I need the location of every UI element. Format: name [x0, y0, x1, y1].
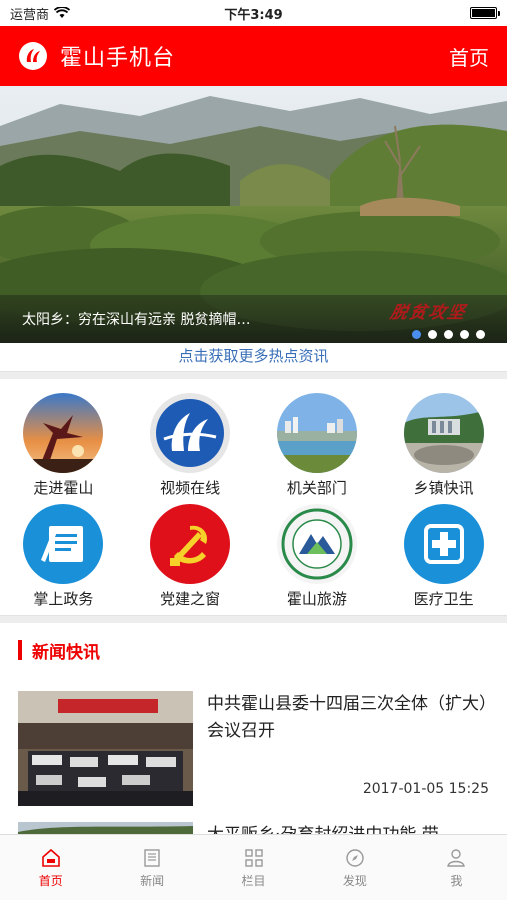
- tab-label: 首页: [38, 873, 63, 888]
- tourism-logo-icon: [276, 504, 357, 584]
- newspaper-icon: [144, 848, 160, 867]
- tab-label: 发现: [342, 873, 367, 888]
- tab-columns[interactable]: 栏目: [203, 835, 304, 900]
- tab-bar: 首页 新闻 栏目 发现 我: [0, 834, 507, 900]
- user-icon: [447, 848, 466, 867]
- carousel-dot[interactable]: [412, 330, 421, 339]
- app-title: 霍山手机台: [60, 46, 176, 71]
- banner-stamp-text: 脱贫攻坚: [388, 303, 469, 323]
- status-left: 运营商: [10, 4, 71, 23]
- city-view-icon: [276, 393, 357, 473]
- home-icon: [41, 848, 60, 867]
- grid-label: 视频在线: [160, 479, 221, 497]
- video-logo-icon: [150, 393, 231, 473]
- tab-label: 栏目: [241, 873, 266, 888]
- grid-label: 走进霍山: [33, 479, 94, 497]
- status-time: 下午3:49: [224, 7, 283, 23]
- tab-label: 我: [450, 873, 463, 888]
- medical-cross-icon: [403, 504, 484, 584]
- grid-item-video[interactable]: 视频在线: [127, 393, 254, 498]
- section-marker: [18, 640, 22, 660]
- grid-item-jiguan[interactable]: 机关部门: [254, 393, 381, 498]
- news-title[interactable]: 中共霍山县委十四届三次全体（扩大）会议召开: [207, 691, 489, 745]
- tab-news[interactable]: 新闻: [101, 835, 202, 900]
- grid-item-dangjian[interactable]: 党建之窗: [127, 504, 254, 609]
- battery-icon: [470, 7, 500, 19]
- app-logo-icon: [19, 42, 47, 70]
- carousel-dot[interactable]: [460, 330, 469, 339]
- news-section-header: 新闻快讯: [0, 623, 507, 677]
- carrier-label: 运营商: [10, 7, 50, 23]
- news-thumbnail: [18, 691, 193, 806]
- grid-item-xiangzhen[interactable]: 乡镇快讯: [380, 393, 507, 498]
- tab-discover[interactable]: 发现: [304, 835, 405, 900]
- grid-label: 乡镇快讯: [413, 479, 474, 497]
- feature-grid: 走进霍山 视频在线 机关部门 乡镇快讯 掌上政务 党建之窗 霍山旅游 医疗卫生: [0, 379, 507, 615]
- tab-label: 新闻: [140, 873, 165, 888]
- carousel-dots: [412, 330, 485, 339]
- scenic-tree-icon: [23, 393, 104, 473]
- grid-item-zoujin[interactable]: 走进霍山: [0, 393, 127, 498]
- more-news-link[interactable]: 点击获取更多热点资讯: [0, 343, 507, 371]
- news-item[interactable]: 中共霍山县委十四届三次全体（扩大）会议召开 2017-01-05 15:25: [0, 677, 507, 806]
- app-header: 霍山手机台 首页: [0, 26, 507, 86]
- wifi-icon: [54, 7, 71, 18]
- tab-home[interactable]: 首页: [0, 835, 101, 900]
- status-bar: 运营商 下午3:49: [0, 0, 507, 26]
- tab-me[interactable]: 我: [406, 835, 507, 900]
- grid-item-yiliao[interactable]: 医疗卫生: [380, 504, 507, 609]
- grid-label: 医疗卫生: [413, 590, 474, 608]
- divider: [0, 371, 507, 379]
- grid-label: 掌上政务: [33, 590, 94, 608]
- news-body: 中共霍山县委十四届三次全体（扩大）会议召开 2017-01-05 15:25: [193, 691, 489, 805]
- app-screen: 运营商 下午3:49 霍山手机台 首页 太阳乡：穷在深山有远亲 脱贫摘帽… 脱贫…: [0, 0, 507, 900]
- grid-label: 霍山旅游: [286, 590, 347, 608]
- home-link[interactable]: 首页: [449, 42, 489, 71]
- carousel-dot[interactable]: [428, 330, 437, 339]
- grid-item-zhengwu[interactable]: 掌上政务: [0, 504, 127, 609]
- document-pen-icon: [23, 504, 104, 584]
- monument-icon: [403, 393, 484, 473]
- news-date: 2017-01-05 15:25: [362, 781, 489, 797]
- carousel-dot[interactable]: [476, 330, 485, 339]
- divider: [0, 615, 507, 623]
- news-section-title: 新闻快讯: [32, 642, 100, 663]
- carousel-dot[interactable]: [444, 330, 453, 339]
- party-emblem-icon: [150, 504, 231, 584]
- grid-icon: [244, 848, 263, 867]
- grid-label: 党建之窗: [160, 590, 221, 608]
- grid-label: 机关部门: [286, 479, 347, 497]
- compass-icon: [346, 848, 364, 867]
- grid-item-lvyou[interactable]: 霍山旅游: [254, 504, 381, 609]
- banner-carousel[interactable]: 太阳乡：穷在深山有远亲 脱贫摘帽… 脱贫攻坚: [0, 86, 507, 343]
